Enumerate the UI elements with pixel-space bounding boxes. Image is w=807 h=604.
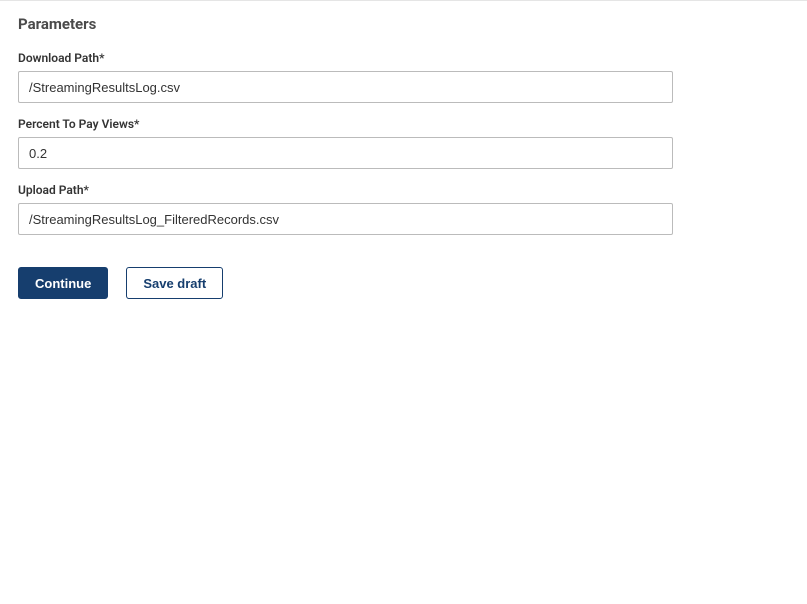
percent-to-pay-views-input[interactable] [18, 137, 673, 169]
upload-path-input[interactable] [18, 203, 673, 235]
upload-path-label: Upload Path* [18, 183, 789, 197]
download-path-input[interactable] [18, 71, 673, 103]
save-draft-button[interactable]: Save draft [126, 267, 223, 299]
section-title: Parameters [18, 15, 789, 33]
percent-to-pay-views-label: Percent To Pay Views* [18, 117, 789, 131]
field-percent-to-pay-views: Percent To Pay Views* [18, 117, 789, 169]
field-upload-path: Upload Path* [18, 183, 789, 235]
button-row: Continue Save draft [18, 267, 789, 299]
parameters-form: Parameters Download Path* Percent To Pay… [0, 0, 807, 604]
field-download-path: Download Path* [18, 51, 789, 103]
continue-button[interactable]: Continue [18, 267, 108, 299]
download-path-label: Download Path* [18, 51, 789, 65]
